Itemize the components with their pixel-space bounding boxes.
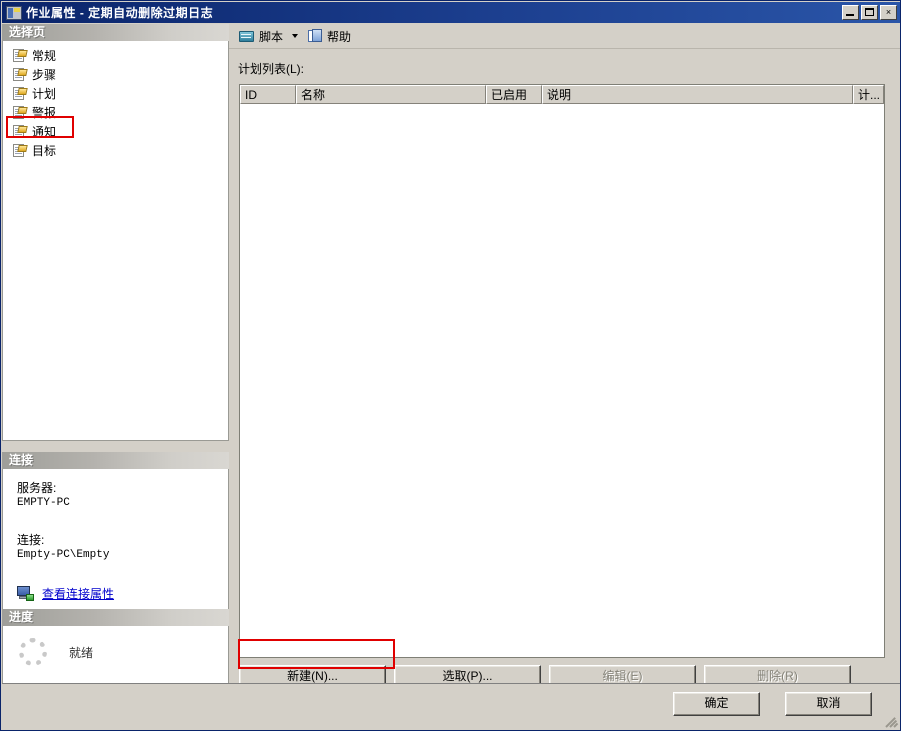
close-icon: × <box>885 7 892 17</box>
column-header-id[interactable]: ID <box>240 85 296 104</box>
page-icon <box>13 68 28 81</box>
view-connection-properties-row[interactable]: 查看连接属性 <box>17 585 228 602</box>
schedule-list-label: 计划列表(L): <box>238 62 305 76</box>
network-connection-icon <box>17 585 35 602</box>
select-page-panel: 选择页 常规 步骤 计划 警报 通知 目标 <box>2 24 229 441</box>
sidebar-item-alerts[interactable]: 警报 <box>3 103 228 122</box>
page-icon <box>13 144 28 157</box>
connection-value: Empty-PC\Empty <box>17 549 110 561</box>
maximize-button[interactable] <box>861 5 878 20</box>
window-controls: × <box>842 5 897 20</box>
page-icon <box>13 49 28 62</box>
sidebar-item-label: 常规 <box>32 49 57 63</box>
page-icon <box>13 106 28 119</box>
resize-grip[interactable] <box>885 715 899 729</box>
grid-header-row: ID 名称 已启用 说明 计... <box>240 85 884 104</box>
page-icon <box>13 87 28 100</box>
minimize-button[interactable] <box>842 5 859 20</box>
chevron-down-icon[interactable] <box>292 34 299 38</box>
sidebar-item-schedules[interactable]: 计划 <box>3 84 228 103</box>
select-page-list: 常规 步骤 计划 警报 通知 目标 <box>2 41 229 441</box>
job-properties-icon <box>6 5 22 20</box>
column-header-schedule[interactable]: 计... <box>853 85 884 104</box>
job-properties-window: 作业属性 - 定期自动删除过期日志 × 选择页 常规 步骤 计划 警报 通知 目… <box>0 0 901 731</box>
title-bar[interactable]: 作业属性 - 定期自动删除过期日志 × <box>2 2 900 23</box>
sidebar-item-steps[interactable]: 步骤 <box>3 65 228 84</box>
sidebar-item-label: 目标 <box>32 144 57 158</box>
close-button[interactable]: × <box>880 5 897 20</box>
ok-button[interactable]: 确定 <box>673 692 760 716</box>
server-value: EMPTY-PC <box>17 497 70 509</box>
connection-header: 连接 <box>2 452 229 469</box>
grid-body-empty[interactable] <box>240 104 884 657</box>
footer-bar: 确定 取消 <box>2 684 900 730</box>
help-button[interactable]: 帮助 <box>304 26 355 46</box>
script-button[interactable]: 脚本 <box>235 26 287 46</box>
window-title: 作业属性 - 定期自动删除过期日志 <box>26 6 214 20</box>
help-icon <box>308 28 323 44</box>
spinner-icon <box>19 638 47 666</box>
progress-row: 就绪 <box>3 626 228 678</box>
column-header-name[interactable]: 名称 <box>296 85 486 104</box>
cancel-button[interactable]: 取消 <box>785 692 872 716</box>
sidebar-item-label: 计划 <box>32 87 57 101</box>
progress-header: 进度 <box>2 609 229 626</box>
sidebar-item-label: 通知 <box>32 125 57 139</box>
column-header-description[interactable]: 说明 <box>542 85 853 104</box>
sidebar-item-label: 步骤 <box>32 68 57 82</box>
view-connection-properties-link[interactable]: 查看连接属性 <box>42 585 114 602</box>
help-label: 帮助 <box>327 29 352 44</box>
server-label: 服务器: <box>17 481 57 495</box>
main-content: 脚本 帮助 计划列表(L): ID 名称 已启用 说明 计... 新建(N)..… <box>229 24 900 688</box>
script-icon <box>239 29 255 44</box>
sidebar-item-notifications[interactable]: 通知 <box>3 122 228 141</box>
page-icon <box>13 125 28 138</box>
progress-status: 就绪 <box>69 645 94 660</box>
sidebar-item-label: 警报 <box>32 106 57 120</box>
sidebar-item-targets[interactable]: 目标 <box>3 141 228 160</box>
connection-panel: 连接 服务器: EMPTY-PC 连接: Empty-PC\Empty 查看连接… <box>2 452 229 624</box>
select-page-header: 选择页 <box>2 24 229 41</box>
sidebar-item-general[interactable]: 常规 <box>3 46 228 65</box>
sidebar: 选择页 常规 步骤 计划 警报 通知 目标 连接 服务器: EMPTY-PC 连… <box>2 24 229 701</box>
connection-label: 连接: <box>17 533 45 547</box>
toolbar: 脚本 帮助 <box>229 24 900 49</box>
column-header-enabled[interactable]: 已启用 <box>486 85 542 104</box>
script-label: 脚本 <box>259 29 284 44</box>
connection-body: 服务器: EMPTY-PC 连接: Empty-PC\Empty 查看连接属性 <box>2 469 229 624</box>
schedule-list-grid[interactable]: ID 名称 已启用 说明 计... <box>239 84 885 658</box>
